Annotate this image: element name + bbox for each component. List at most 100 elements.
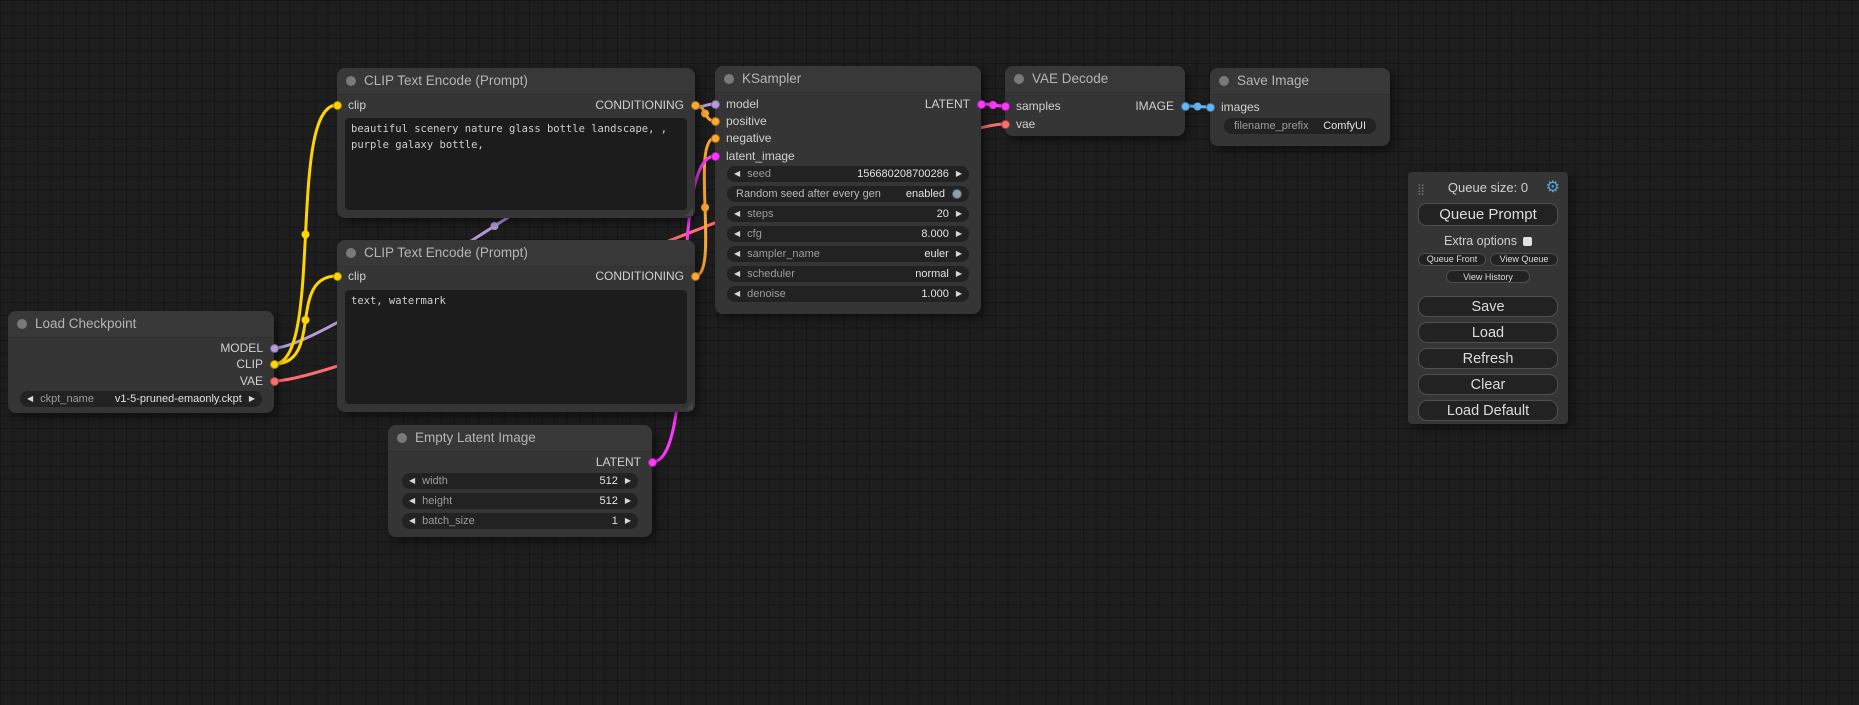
prompt-textarea[interactable]: text, watermark xyxy=(345,290,687,404)
port-model-output[interactable] xyxy=(270,344,279,353)
port-latent-image-input[interactable] xyxy=(711,152,720,161)
node-load-checkpoint[interactable]: Load Checkpoint MODEL CLIP VAE ◀ ckpt_na… xyxy=(8,311,274,413)
decrement-arrow[interactable]: ◀ xyxy=(734,246,740,262)
view-history-button[interactable]: View History xyxy=(1446,270,1530,283)
port-samples-input[interactable] xyxy=(1001,102,1010,111)
collapse-dot[interactable] xyxy=(397,433,407,443)
seed-widget[interactable]: ◀ seed 156680208700286 ▶ xyxy=(727,166,969,182)
collapse-dot[interactable] xyxy=(1014,74,1024,84)
node-clip-text-encode-positive[interactable]: CLIP Text Encode (Prompt) clip CONDITION… xyxy=(337,68,695,218)
collapse-dot[interactable] xyxy=(346,76,356,86)
node-title-bar[interactable]: VAE Decode xyxy=(1005,66,1185,93)
ckpt-name-widget[interactable]: ◀ ckpt_name v1-5-pruned-emaonly.ckpt ▶ xyxy=(20,391,262,407)
increment-arrow[interactable]: ▶ xyxy=(956,266,962,282)
port-latent-output[interactable] xyxy=(977,100,986,109)
widget-label: scheduler xyxy=(747,268,915,280)
extra-options-checkbox[interactable] xyxy=(1523,237,1532,246)
node-save-image[interactable]: Save Image images filename_prefix ComfyU… xyxy=(1210,68,1390,146)
increment-arrow[interactable]: ▶ xyxy=(249,391,255,407)
node-title-bar[interactable]: CLIP Text Encode (Prompt) xyxy=(337,68,695,95)
view-queue-button[interactable]: View Queue xyxy=(1490,253,1558,266)
widget-value: 512 xyxy=(599,475,617,487)
port-model-input[interactable] xyxy=(711,100,720,109)
port-clip-output[interactable] xyxy=(270,360,279,369)
increment-arrow[interactable]: ▶ xyxy=(956,166,962,182)
scheduler-widget[interactable]: ◀ scheduler normal ▶ xyxy=(727,266,969,282)
port-vae-input[interactable] xyxy=(1001,120,1010,129)
port-latent-output[interactable] xyxy=(648,458,657,467)
widget-label: denoise xyxy=(747,288,921,300)
port-negative-input[interactable] xyxy=(711,134,720,143)
queue-prompt-button[interactable]: Queue Prompt xyxy=(1418,203,1558,226)
cfg-widget[interactable]: ◀ cfg 8.000 ▶ xyxy=(727,226,969,242)
node-title-bar[interactable]: CLIP Text Encode (Prompt) xyxy=(337,240,695,267)
height-widget[interactable]: ◀ height 512 ▶ xyxy=(402,493,638,509)
node-canvas[interactable]: Load Checkpoint MODEL CLIP VAE ◀ ckpt_na… xyxy=(0,0,1859,705)
resize-grip[interactable] xyxy=(685,402,693,410)
drag-handle-icon[interactable]: ⣿ xyxy=(1417,180,1425,200)
width-widget[interactable]: ◀ width 512 ▶ xyxy=(402,473,638,489)
port-image-output[interactable] xyxy=(1181,102,1190,111)
node-empty-latent-image[interactable]: Empty Latent Image LATENT ◀ width 512 ▶ … xyxy=(388,425,652,537)
output-label-vae: VAE xyxy=(240,373,263,389)
refresh-button[interactable]: Refresh xyxy=(1418,348,1558,369)
increment-arrow[interactable]: ▶ xyxy=(956,206,962,222)
node-clip-text-encode-negative[interactable]: CLIP Text Encode (Prompt) clip CONDITION… xyxy=(337,240,695,412)
decrement-arrow[interactable]: ◀ xyxy=(409,513,415,529)
port-clip-input[interactable] xyxy=(333,101,342,110)
node-ksampler[interactable]: KSampler model LATENT positive negative … xyxy=(715,66,981,314)
sampler-name-widget[interactable]: ◀ sampler_name euler ▶ xyxy=(727,246,969,262)
decrement-arrow[interactable]: ◀ xyxy=(734,286,740,302)
decrement-arrow[interactable]: ◀ xyxy=(27,391,33,407)
widget-label: sampler_name xyxy=(747,248,924,260)
gear-icon[interactable]: ⚙ xyxy=(1546,178,1560,198)
node-title-bar[interactable]: Empty Latent Image xyxy=(388,425,652,452)
port-conditioning-output[interactable] xyxy=(691,101,700,110)
toggle-knob-icon[interactable] xyxy=(952,189,962,199)
decrement-arrow[interactable]: ◀ xyxy=(409,473,415,489)
port-images-input[interactable] xyxy=(1206,103,1215,112)
widget-value: euler xyxy=(924,248,948,260)
widget-value: 1 xyxy=(612,515,618,527)
steps-widget[interactable]: ◀ steps 20 ▶ xyxy=(727,206,969,222)
filename-prefix-widget[interactable]: filename_prefix ComfyUI xyxy=(1224,118,1376,134)
collapse-dot[interactable] xyxy=(724,74,734,84)
node-title-bar[interactable]: KSampler xyxy=(715,66,981,93)
widget-value: normal xyxy=(915,268,949,280)
load-button[interactable]: Load xyxy=(1418,322,1558,343)
load-default-button[interactable]: Load Default xyxy=(1418,400,1558,421)
decrement-arrow[interactable]: ◀ xyxy=(734,166,740,182)
random-seed-toggle[interactable]: Random seed after every gen enabled xyxy=(727,186,969,202)
port-positive-input[interactable] xyxy=(711,117,720,126)
denoise-widget[interactable]: ◀ denoise 1.000 ▶ xyxy=(727,286,969,302)
increment-arrow[interactable]: ▶ xyxy=(625,493,631,509)
increment-arrow[interactable]: ▶ xyxy=(625,513,631,529)
queue-front-button[interactable]: Queue Front xyxy=(1418,253,1486,266)
decrement-arrow[interactable]: ◀ xyxy=(734,266,740,282)
node-title: Save Image xyxy=(1237,68,1309,94)
clear-button[interactable]: Clear xyxy=(1418,374,1558,395)
wire-dot xyxy=(302,231,310,239)
collapse-dot[interactable] xyxy=(1219,76,1229,86)
decrement-arrow[interactable]: ◀ xyxy=(409,493,415,509)
node-title-bar[interactable]: Save Image xyxy=(1210,68,1390,95)
resize-grip[interactable] xyxy=(685,208,693,216)
widget-label: steps xyxy=(747,208,936,220)
port-clip-input[interactable] xyxy=(333,272,342,281)
node-vae-decode[interactable]: VAE Decode samples IMAGE vae xyxy=(1005,66,1185,136)
increment-arrow[interactable]: ▶ xyxy=(956,246,962,262)
decrement-arrow[interactable]: ◀ xyxy=(734,206,740,222)
port-vae-output[interactable] xyxy=(270,377,279,386)
prompt-textarea[interactable]: beautiful scenery nature glass bottle la… xyxy=(345,118,687,210)
widget-value: enabled xyxy=(906,188,945,200)
collapse-dot[interactable] xyxy=(346,248,356,258)
collapse-dot[interactable] xyxy=(17,319,27,329)
increment-arrow[interactable]: ▶ xyxy=(956,286,962,302)
port-conditioning-output[interactable] xyxy=(691,272,700,281)
node-title-bar[interactable]: Load Checkpoint xyxy=(8,311,274,338)
batch-size-widget[interactable]: ◀ batch_size 1 ▶ xyxy=(402,513,638,529)
increment-arrow[interactable]: ▶ xyxy=(625,473,631,489)
save-button[interactable]: Save xyxy=(1418,296,1558,317)
decrement-arrow[interactable]: ◀ xyxy=(734,226,740,242)
increment-arrow[interactable]: ▶ xyxy=(956,226,962,242)
